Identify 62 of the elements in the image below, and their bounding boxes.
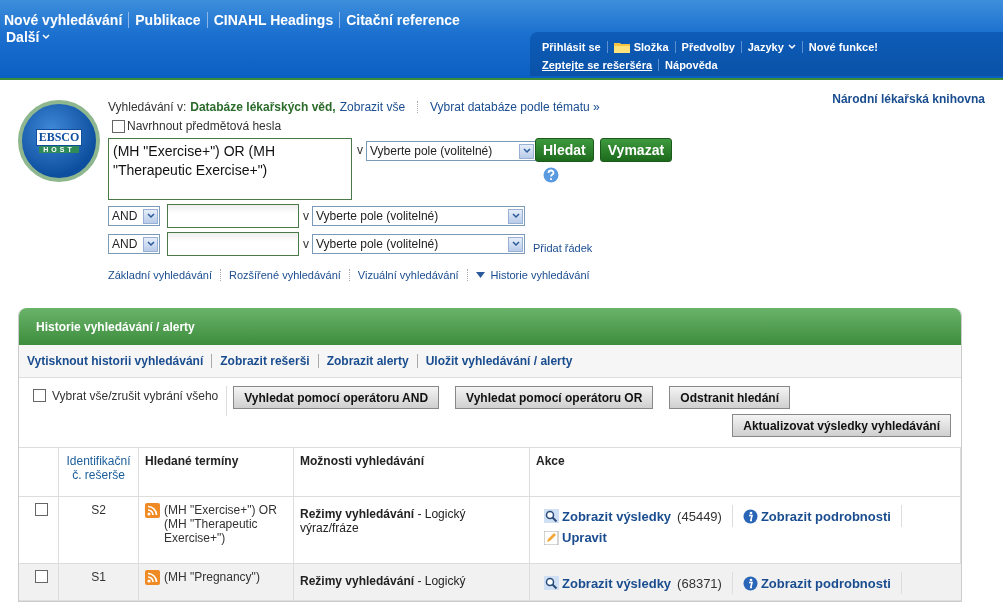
choose-databases-link[interactable]: Vybrat databáze podle tématu » (430, 100, 600, 114)
history-link[interactable]: Zobrazit alerty (317, 354, 417, 368)
query-field[interactable]: (MH "Exercise+") OR (MH "Therapeutic Exercise+") (108, 138, 352, 200)
library-link[interactable]: Národní lékařská knihovna (832, 92, 985, 106)
history-button[interactable]: Vyhledat pomocí operátoru AND (233, 386, 440, 409)
edit-link[interactable]: Upravit (544, 530, 607, 545)
history-link[interactable]: Vytisknout historii vyhledávání (27, 354, 212, 368)
column-header: Akce (536, 454, 565, 468)
more-menu[interactable]: Další (6, 29, 51, 45)
user-link[interactable]: Přihlásit se (542, 41, 607, 53)
in-label: v (303, 209, 309, 223)
details-link[interactable]: Zobrazit podrobnosti (742, 508, 891, 524)
nav-link[interactable]: Publikace (135, 12, 208, 28)
search-options: Režimy vyhledávání - Logický výraz/fráze (300, 507, 466, 535)
nav-link[interactable]: CINAHL Headings (213, 12, 341, 28)
show-results-link[interactable]: Zobrazit výsledky (544, 508, 672, 524)
search-mode-link[interactable]: Rozšířené vyhledávání (228, 269, 341, 281)
add-row-link[interactable]: Přidat řádek (533, 242, 593, 254)
search-id: S1 (90, 570, 107, 584)
history-link[interactable]: Zobrazit rešerši (211, 354, 318, 368)
field-select[interactable]: Vyberte pole (volitelné) (312, 206, 525, 226)
scope-label: Vyhledávání v: (108, 100, 187, 114)
nav-link[interactable]: Nové vyhledávání (4, 12, 130, 28)
search-mode-link[interactable]: Základní vyhledávání (108, 269, 212, 281)
search-mode-link[interactable]: Vizuální vyhledávání (357, 269, 459, 281)
show-results-link[interactable]: Zobrazit výsledky (544, 575, 672, 591)
clear-button[interactable]: Vymazat (599, 138, 673, 162)
menu-link[interactable]: Jazyky (740, 41, 802, 53)
field-select[interactable]: AND (108, 206, 160, 226)
history-button[interactable]: Vyhledat pomocí operátoru OR (455, 386, 654, 409)
result-count: (45449) (677, 508, 722, 524)
update-button[interactable]: Aktualizovat výsledky vyhledávání (732, 414, 951, 437)
search-button[interactable]: Hledat (535, 138, 594, 162)
search-options: Režimy vyhledávání - Logický (300, 574, 466, 588)
panel-title: Historie vyhledávání / alerty (19, 308, 961, 345)
details-link[interactable]: Zobrazit podrobnosti (742, 575, 891, 591)
history-link[interactable]: Uložit vyhledávání / alerty (416, 354, 581, 368)
user-link[interactable]: Nápověda (658, 59, 724, 71)
column-header[interactable]: Identifikační č. rešerše (65, 454, 132, 482)
in-label: v (303, 237, 309, 251)
database-name: Databáze lékařských věd, (190, 100, 336, 114)
field-select[interactable]: Vyberte pole (volitelné) (366, 141, 536, 161)
checkbox-label: Navrhnout předmětová hesla (127, 119, 282, 133)
user-link[interactable]: Nové funkce! (801, 41, 884, 53)
show-all-link[interactable]: Zobrazit vše (339, 100, 406, 114)
search-mode-link[interactable]: Historie vyhledávání (475, 269, 590, 281)
checkbox-label: Vybrat vše/zrušit vybrání všeho (52, 389, 219, 403)
field-select[interactable]: Vyberte pole (volitelné) (312, 234, 525, 254)
nav-link[interactable]: Citační reference (346, 12, 466, 28)
history-button[interactable]: Odstranit hledání (669, 386, 791, 409)
result-count: (68371) (677, 575, 722, 591)
user-link[interactable]: Složka (606, 41, 675, 53)
column-header: Hledané termíny (145, 454, 239, 468)
user-link[interactable]: Zeptejte se rešeršéra (542, 59, 659, 71)
search-terms: (MH "Exercise+") OR (MH "Therapeutic Exercise+") (164, 503, 278, 545)
column-header: Možnosti vyhledávání (300, 454, 425, 468)
in-label: v (357, 143, 363, 157)
logo-text: EBSCO (35, 129, 83, 146)
search-terms: (MH "Pregnancy") (164, 570, 260, 584)
field-select[interactable]: AND (108, 234, 160, 254)
search-id: S2 (90, 503, 107, 517)
user-link[interactable]: Předvolby (674, 41, 741, 53)
